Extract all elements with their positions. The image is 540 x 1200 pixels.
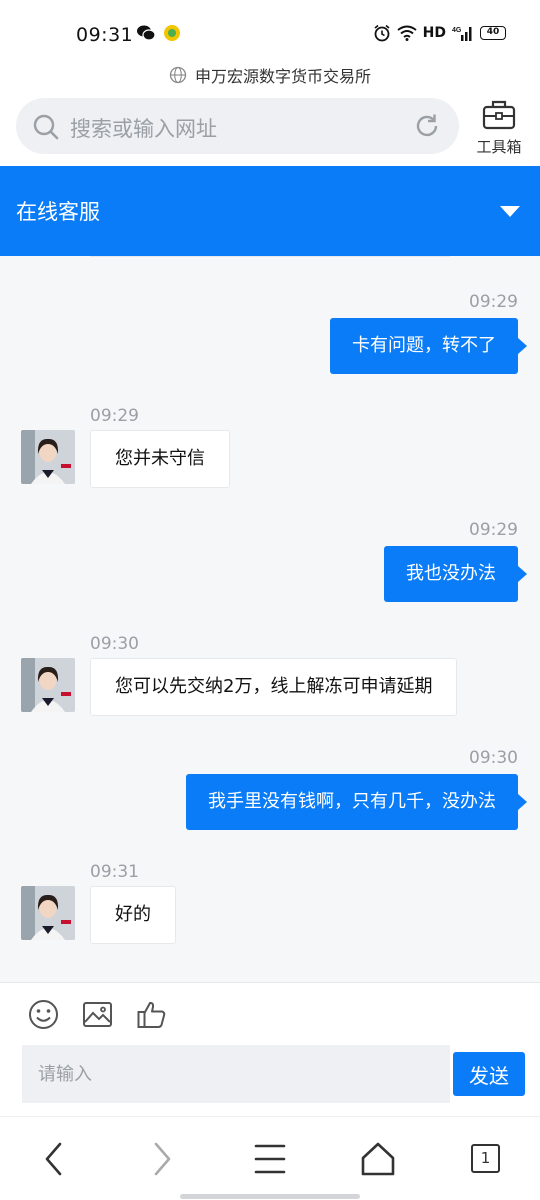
chat-header: 在线客服 [0,166,540,256]
app-notification-icon [164,25,180,41]
wechat-icon [137,25,156,41]
menu-icon[interactable] [253,1139,287,1179]
message-bubble-outgoing[interactable]: 卡有问题，转不了 [330,318,527,374]
toolbox-button[interactable]: 工具箱 [470,98,528,157]
battery-indicator: 40 [480,26,506,40]
screen: 09:31 HD 4G 40 申万宏源数字货币交易所 搜索或输入网址 工具箱 在… [0,0,540,1200]
signal-label: 4G [452,27,462,34]
composer: 发送 [0,982,540,1116]
message-bubble-outgoing[interactable]: 我手里没有钱啊，只有几千，没办法 [186,774,527,830]
agent-avatar[interactable] [21,886,75,940]
tabs-icon[interactable]: 1 [471,1144,500,1173]
message-time: 09:31 [90,862,139,882]
browser-toolbar: 搜索或输入网址 工具箱 [0,90,540,166]
agent-avatar[interactable] [21,430,75,484]
send-button[interactable]: 发送 [453,1052,525,1096]
toolbox-icon [482,100,516,130]
chevron-down-icon[interactable] [500,206,520,217]
forward-icon[interactable] [148,1139,176,1179]
message-bubble-incoming[interactable]: 好的 [90,886,176,944]
agent-avatar[interactable] [21,658,75,712]
message-time: 09:30 [90,634,139,654]
message-time: 09:29 [90,406,139,426]
browser-bottom-nav: 1 [0,1116,540,1200]
agent-photo [21,658,75,712]
address-placeholder: 搜索或输入网址 [70,117,217,141]
image-icon[interactable] [82,999,113,1030]
message-time: 09:29 [469,292,518,312]
thumbs-up-icon[interactable] [136,999,167,1030]
chat-messages[interactable]: 09:29 卡有问题，转不了 09:29 您并未守信 09:29 我也没办法 0… [0,256,540,982]
agent-photo [21,886,75,940]
home-icon[interactable] [360,1139,396,1179]
toolbox-label: 工具箱 [476,138,522,156]
divider [90,256,450,257]
reload-icon[interactable] [413,112,441,140]
message-bubble-incoming[interactable]: 您并未守信 [90,430,230,488]
chat-title: 在线客服 [16,200,100,224]
site-title-bar[interactable]: 申万宏源数字货币交易所 [0,60,540,90]
wifi-icon [397,25,417,41]
message-time: 09:30 [469,748,518,768]
search-icon [33,114,59,140]
message-bubble-outgoing[interactable]: 我也没办法 [384,546,527,602]
site-title: 申万宏源数字货币交易所 [194,67,371,86]
status-bar: 09:31 HD 4G 40 [0,0,540,60]
network-type-label: HD [422,25,446,41]
address-bar[interactable]: 搜索或输入网址 [16,98,459,154]
emoji-icon[interactable] [28,999,59,1030]
signal-icon: 4G [452,27,472,41]
globe-icon [169,66,187,84]
message-bubble-incoming[interactable]: 您可以先交纳2万，线上解冻可申请延期 [90,658,458,716]
message-input[interactable] [22,1045,450,1103]
status-right: HD 4G 40 [373,24,506,42]
back-icon[interactable] [40,1139,68,1179]
status-time: 09:31 [76,24,134,46]
agent-photo [21,430,75,484]
alarm-icon [374,24,390,42]
message-time: 09:29 [469,520,518,540]
home-indicator [180,1194,360,1199]
